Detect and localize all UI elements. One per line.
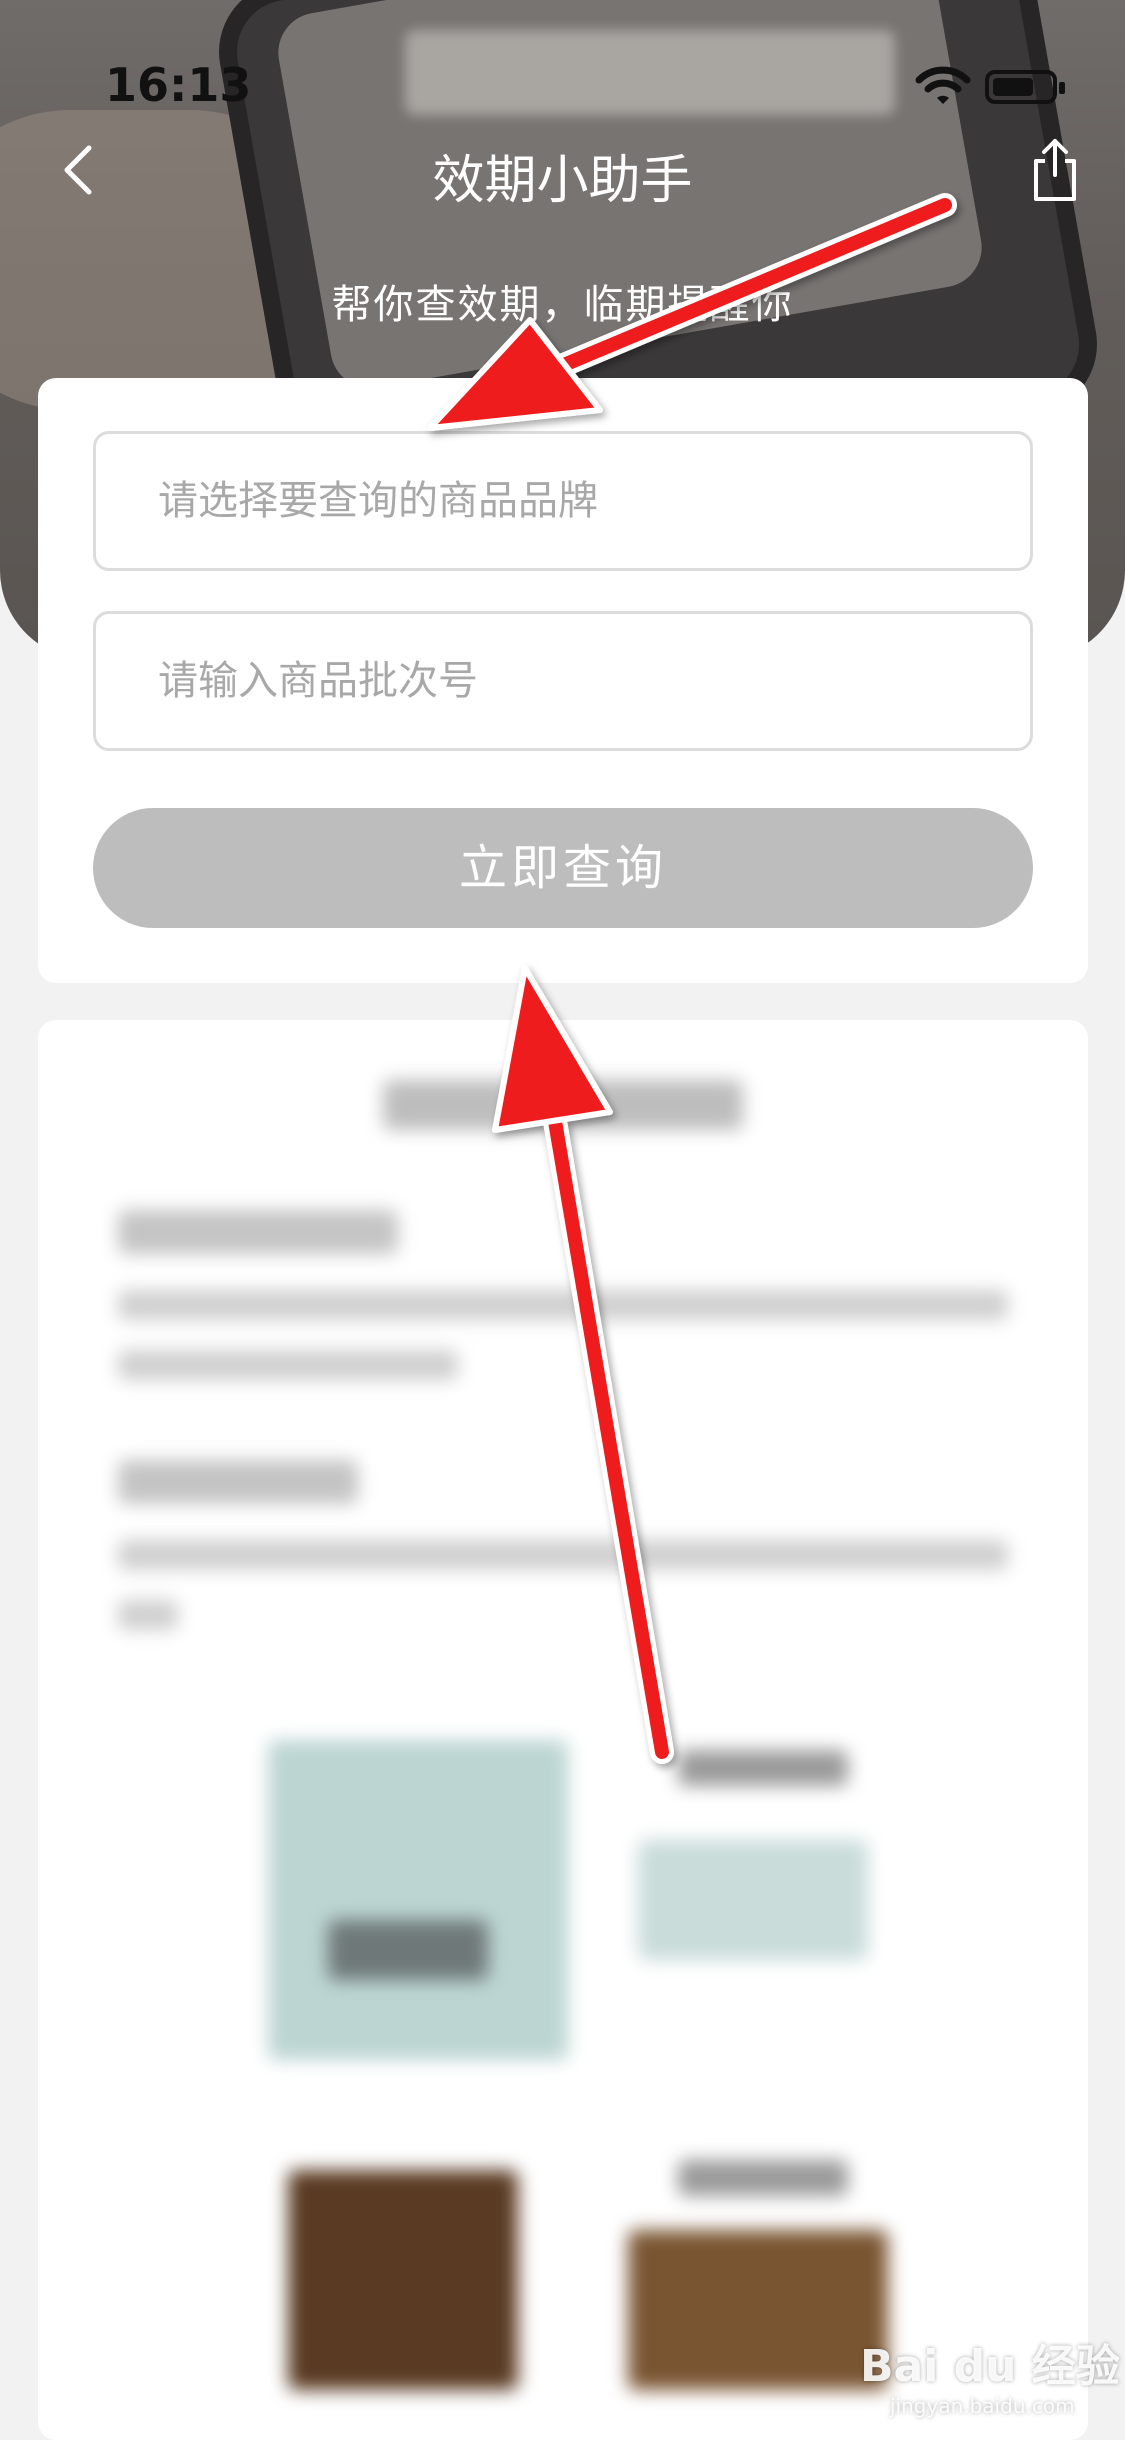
blurred-text-line [118, 1290, 1008, 1320]
blurred-text-line [118, 1540, 1008, 1570]
share-icon[interactable] [1030, 135, 1080, 205]
wifi-icon [915, 66, 971, 104]
blurred-heading [383, 1080, 743, 1130]
page-title: 效期小助手 [432, 151, 693, 211]
blurred-image [288, 2170, 518, 2390]
blurred-section-title [118, 1460, 358, 1504]
battery-icon [985, 70, 1065, 104]
watermark-url: jingyan.baidu.com [890, 2394, 1075, 2418]
blurred-section-title [118, 1210, 398, 1254]
nav-bar: 效期小助手 [0, 120, 1125, 220]
blurred-image [638, 1840, 868, 1960]
blurred-label [678, 1750, 848, 1786]
blurred-image-detail [328, 1920, 488, 1980]
blurred-image [628, 2230, 888, 2390]
blurred-label [678, 2160, 848, 2196]
blurred-image [268, 1740, 568, 2060]
hero-subtitle: 帮你查效期，临期提醒你 [331, 282, 794, 328]
redacted-area [405, 30, 895, 115]
batch-number-input[interactable]: 请输入商品批次号 [93, 611, 1033, 751]
status-bar: 16:13 [0, 0, 1125, 140]
query-button[interactable]: 立即查询 [93, 808, 1033, 928]
watermark: Bai du 经验 jingyan.baidu.com [860, 2330, 1120, 2418]
blurred-text-line [118, 1350, 458, 1380]
brand-select-field[interactable]: 请选择要查询的商品品牌 [93, 431, 1033, 571]
status-time: 16:13 [105, 58, 252, 112]
watermark-brand: Bai du 经验 [860, 2341, 1120, 2392]
info-card-blurred [38, 1020, 1088, 2440]
query-form-card: 请选择要查询的商品品牌 请输入商品批次号 立即查询 [38, 378, 1088, 983]
blurred-text-line [118, 1600, 178, 1630]
